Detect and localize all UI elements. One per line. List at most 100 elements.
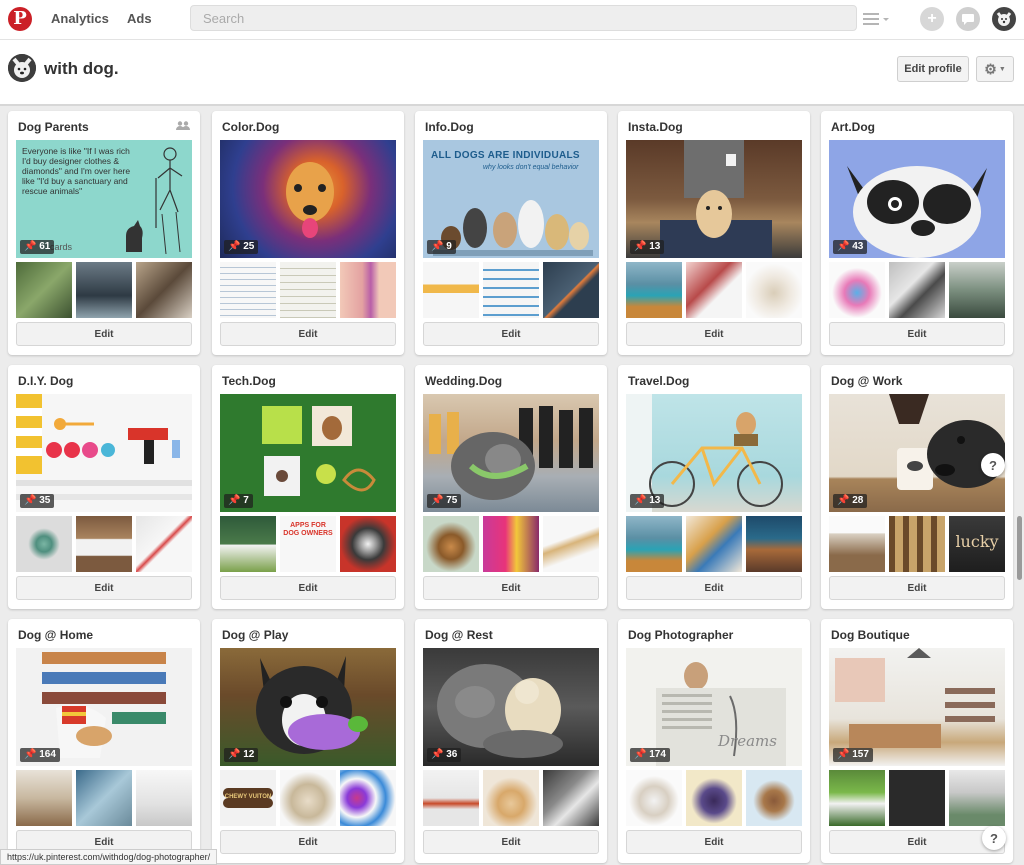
add-pin-icon[interactable]: + bbox=[920, 7, 944, 31]
board-thumbnail[interactable] bbox=[136, 516, 192, 572]
edit-board-button[interactable]: Edit bbox=[423, 576, 599, 600]
board-thumbnail[interactable] bbox=[889, 770, 945, 826]
board-card-wedding-dog[interactable]: Wedding.Dog 📌 75 Edit bbox=[415, 365, 607, 609]
board-cover-image[interactable]: ALL DOGS ARE INDIVIDUALS why looks don't… bbox=[423, 140, 599, 258]
board-card-dog-at-work[interactable]: Dog @ Work 📌 28 ? lucky Edit bbox=[821, 365, 1013, 609]
board-thumbnail[interactable] bbox=[340, 770, 396, 826]
board-card-dog-at-play[interactable]: Dog @ Play 📌 12 CHEWY VUITON Edit bbox=[212, 619, 404, 863]
board-thumbnail[interactable] bbox=[949, 262, 1005, 318]
board-thumbnail[interactable] bbox=[746, 770, 802, 826]
board-card-dog-boutique[interactable]: Dog Boutique 📌 157 Edit bbox=[821, 619, 1013, 863]
board-cover-image[interactable]: 📌 164 bbox=[16, 648, 192, 766]
board-thumbnail[interactable] bbox=[76, 770, 132, 826]
board-card-dog-parents[interactable]: Dog Parents Everyone is like "If I was r… bbox=[8, 111, 200, 355]
board-cover-image[interactable]: Dreams 📌 174 bbox=[626, 648, 802, 766]
board-thumbnail[interactable] bbox=[423, 262, 479, 318]
profile-avatar[interactable] bbox=[8, 54, 36, 82]
board-thumbnail[interactable] bbox=[889, 262, 945, 318]
board-thumbnail[interactable] bbox=[889, 516, 945, 572]
board-thumbnail[interactable]: lucky bbox=[949, 516, 1005, 572]
board-cover-image[interactable]: 📌 35 bbox=[16, 394, 192, 512]
board-cover-image[interactable]: 📌 28 bbox=[829, 394, 1005, 512]
board-cover-image[interactable]: 📌 157 bbox=[829, 648, 1005, 766]
board-cover-image[interactable]: 📌 13 bbox=[626, 394, 802, 512]
list-view-icon[interactable] bbox=[862, 7, 890, 31]
board-thumbnail[interactable] bbox=[686, 770, 742, 826]
board-thumbnail[interactable] bbox=[483, 516, 539, 572]
board-card-insta-dog[interactable]: Insta.Dog 📌 13 Edit bbox=[618, 111, 810, 355]
board-thumbnail[interactable] bbox=[136, 770, 192, 826]
board-thumbnail[interactable] bbox=[686, 516, 742, 572]
board-thumbnail[interactable] bbox=[483, 770, 539, 826]
edit-board-button[interactable]: Edit bbox=[220, 322, 396, 346]
edit-board-button[interactable]: Edit bbox=[626, 576, 802, 600]
edit-board-button[interactable]: Edit bbox=[220, 576, 396, 600]
board-thumbnail[interactable] bbox=[543, 516, 599, 572]
board-card-dog-photographer[interactable]: Dog Photographer Dreams 📌 174 Edit bbox=[618, 619, 810, 863]
board-thumbnail[interactable] bbox=[829, 516, 885, 572]
board-card-diy-dog[interactable]: D.I.Y. Dog 📌 35 Edit bbox=[8, 365, 200, 609]
board-thumbnail[interactable] bbox=[423, 770, 479, 826]
edit-profile-button[interactable]: Edit profile bbox=[897, 56, 969, 82]
search-input[interactable] bbox=[190, 5, 857, 31]
board-thumbnail[interactable] bbox=[423, 516, 479, 572]
board-thumbnail[interactable] bbox=[340, 516, 396, 572]
board-thumbnail[interactable] bbox=[626, 770, 682, 826]
board-cover-image[interactable]: Everyone is like "If I was rich I'd buy … bbox=[16, 140, 192, 258]
board-thumbnail[interactable] bbox=[483, 262, 539, 318]
board-thumbnail[interactable] bbox=[136, 262, 192, 318]
board-thumbnail[interactable] bbox=[829, 262, 885, 318]
edit-board-button[interactable]: Edit bbox=[423, 322, 599, 346]
edit-board-button[interactable]: Edit bbox=[16, 322, 192, 346]
edit-board-button[interactable]: Edit bbox=[220, 830, 396, 854]
board-thumbnail[interactable] bbox=[76, 262, 132, 318]
board-thumbnail[interactable] bbox=[16, 770, 72, 826]
board-card-travel-dog[interactable]: Travel.Dog 📌 13 Edit bbox=[618, 365, 810, 609]
board-thumbnail[interactable] bbox=[949, 770, 1005, 826]
board-thumbnail[interactable]: CHEWY VUITON bbox=[220, 770, 276, 826]
board-card-color-dog[interactable]: Color.Dog 📌 25 Edit bbox=[212, 111, 404, 355]
board-thumbnail[interactable] bbox=[686, 262, 742, 318]
board-thumbnail[interactable] bbox=[829, 770, 885, 826]
edit-board-button[interactable]: Edit bbox=[626, 830, 802, 854]
edit-board-button[interactable]: Edit bbox=[829, 830, 1005, 854]
board-card-tech-dog[interactable]: Tech.Dog 📌 7 APPS FOR DOG OWNERS Edit bbox=[212, 365, 404, 609]
edit-board-button[interactable]: Edit bbox=[829, 576, 1005, 600]
board-thumbnail[interactable] bbox=[746, 262, 802, 318]
board-thumbnail[interactable] bbox=[340, 262, 396, 318]
board-thumbnail[interactable] bbox=[16, 262, 72, 318]
board-card-info-dog[interactable]: Info.Dog ALL DOGS ARE INDIVIDUALS why lo… bbox=[415, 111, 607, 355]
board-cover-image[interactable]: 📌 36 bbox=[423, 648, 599, 766]
ads-link[interactable]: Ads bbox=[127, 11, 152, 26]
board-cover-image[interactable]: 📌 7 bbox=[220, 394, 396, 512]
settings-button[interactable]: ⚙ ▼ bbox=[976, 56, 1014, 82]
board-cover-image[interactable]: 📌 75 bbox=[423, 394, 599, 512]
board-thumbnail[interactable] bbox=[626, 516, 682, 572]
board-thumbnail[interactable] bbox=[280, 770, 336, 826]
board-thumbnail[interactable] bbox=[626, 262, 682, 318]
board-card-art-dog[interactable]: Art.Dog 📌 43 Edit bbox=[821, 111, 1013, 355]
messages-icon[interactable] bbox=[956, 7, 980, 31]
board-cover-image[interactable]: 📌 25 bbox=[220, 140, 396, 258]
board-card-dog-at-home[interactable]: Dog @ Home 📌 164 Edit bbox=[8, 619, 200, 863]
board-thumbnail[interactable] bbox=[280, 262, 336, 318]
board-card-dog-at-rest[interactable]: Dog @ Rest 📌 36 Edit bbox=[415, 619, 607, 863]
board-thumbnail[interactable] bbox=[543, 770, 599, 826]
edit-board-button[interactable]: Edit bbox=[423, 830, 599, 854]
edit-board-button[interactable]: Edit bbox=[626, 322, 802, 346]
board-cover-image[interactable]: 📌 13 bbox=[626, 140, 802, 258]
board-thumbnail[interactable] bbox=[76, 516, 132, 572]
board-cover-image[interactable]: 📌 12 bbox=[220, 648, 396, 766]
help-button[interactable]: ? bbox=[981, 453, 1005, 477]
floating-help-button[interactable]: ? bbox=[982, 826, 1006, 850]
board-cover-image[interactable]: 📌 43 bbox=[829, 140, 1005, 258]
edit-board-button[interactable]: Edit bbox=[829, 322, 1005, 346]
board-thumbnail[interactable] bbox=[220, 262, 276, 318]
edit-board-button[interactable]: Edit bbox=[16, 576, 192, 600]
board-thumbnail[interactable] bbox=[16, 516, 72, 572]
board-thumbnail[interactable]: APPS FOR DOG OWNERS bbox=[280, 516, 336, 572]
page-scrollbar[interactable] bbox=[1017, 516, 1022, 580]
analytics-link[interactable]: Analytics bbox=[51, 11, 109, 26]
board-thumbnail[interactable] bbox=[543, 262, 599, 318]
pinterest-logo-icon[interactable]: P bbox=[8, 7, 32, 31]
